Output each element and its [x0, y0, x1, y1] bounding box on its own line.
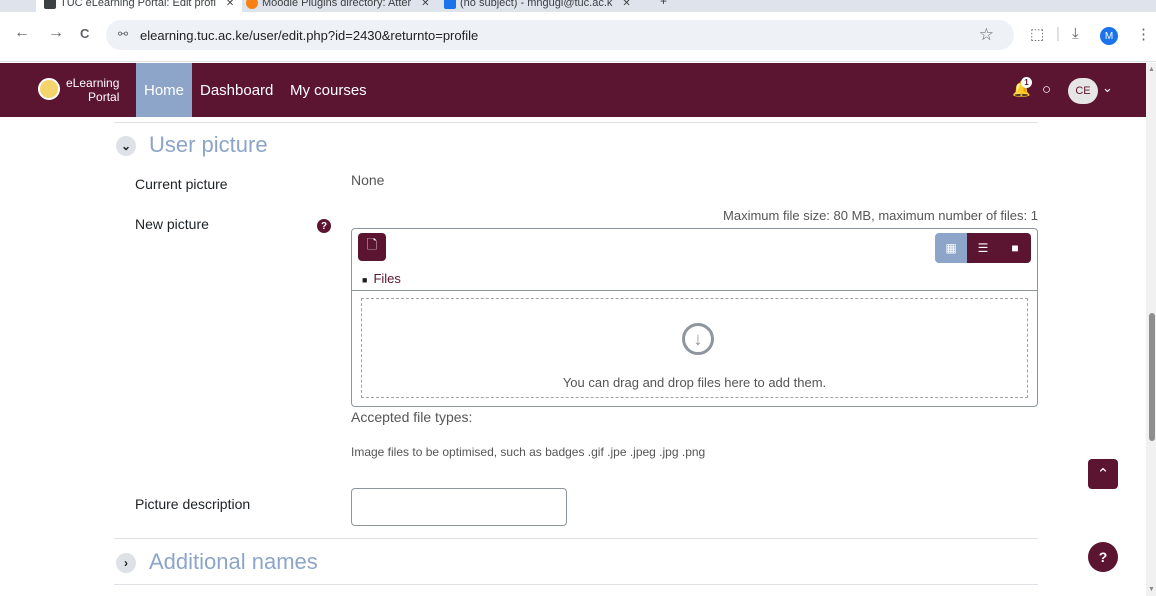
bookmark-star-icon[interactable]: ☆ [979, 25, 994, 45]
view-details-button[interactable]: ☰ [967, 233, 999, 263]
new-picture-label: New picture [135, 216, 209, 232]
reload-button[interactable]: C [80, 26, 89, 41]
nav-my-courses[interactable]: My courses [282, 63, 375, 117]
back-button[interactable]: ← [14, 24, 30, 42]
drop-zone[interactable]: ↓ You can drag and drop files here to ad… [361, 298, 1028, 398]
divider [114, 538, 1038, 539]
picture-description-label: Picture description [135, 496, 251, 512]
back-to-top-button[interactable]: ⌃ [1088, 459, 1118, 489]
user-menu-chevron-icon[interactable]: ⌄ [1102, 80, 1113, 96]
file-picker: 🗋 ▦ ☰ ■ ■ Files ↓ You can drag and drop f… [351, 228, 1038, 407]
section-expand-icon[interactable]: › [116, 553, 136, 573]
current-picture-value: None [351, 172, 385, 188]
logo-line-2: Portal [88, 90, 120, 104]
list-view-icon: ☰ [977, 241, 989, 255]
scroll-down-icon[interactable]: ▼ [1148, 586, 1155, 593]
drop-zone-text: You can drag and drop files here to add … [562, 375, 827, 390]
tab-close-icon[interactable]: ✕ [421, 0, 429, 9]
browser-menu-icon[interactable]: ⋮ [1136, 25, 1151, 43]
section-title-additional-names[interactable]: Additional names [149, 549, 318, 575]
messages-icon[interactable]: ○ [1042, 81, 1051, 98]
forward-button[interactable]: → [48, 24, 64, 42]
add-file-button[interactable]: 🗋 [358, 233, 386, 261]
new-tab-button[interactable]: + [660, 0, 667, 8]
main-content: ⌄ User picture Current picture None New … [0, 117, 1146, 596]
folder-view-icon: ■ [1011, 241, 1019, 255]
site-navbar: eLearning Portal Home Dashboard My cours… [0, 63, 1146, 117]
nav-dashboard[interactable]: Dashboard [192, 63, 281, 117]
address-bar[interactable]: ⚯ elearning.tuc.ac.ke/user/edit.php?id=2… [106, 20, 1014, 50]
scrollbar-thumb[interactable] [1149, 313, 1155, 441]
accepted-file-types-label: Accepted file types: [351, 409, 473, 425]
tab-title: Moodle Plugins directory: Atter [262, 0, 412, 9]
tab-title: TUC eLearning Portal: Edit profi [60, 0, 216, 9]
filepicker-divider [352, 290, 1037, 291]
current-picture-label: Current picture [135, 176, 228, 192]
logo-line-1: eLearning [66, 76, 120, 90]
notification-count-badge: 1 [1021, 77, 1032, 88]
browser-tab[interactable]: (no subject) - mngugi@tuc.ac.k ✕ [444, 0, 631, 12]
browser-profile-avatar[interactable]: M [1100, 27, 1118, 45]
toolbar-separator: | [1056, 25, 1060, 42]
site-logo[interactable] [38, 78, 60, 100]
scroll-up-icon[interactable]: ▲ [1148, 66, 1155, 73]
help-button[interactable]: ? [1088, 542, 1118, 572]
grid-view-icon: ▦ [945, 241, 957, 255]
divider [114, 122, 1038, 123]
browser-toolbar: ← → C ⚯ elearning.tuc.ac.ke/user/edit.ph… [0, 12, 1156, 62]
picture-description-input[interactable] [351, 488, 567, 526]
browser-tab-bar: TUC eLearning Portal: Edit profi ✕ Moodl… [0, 0, 1156, 12]
view-tree-button[interactable]: ■ [999, 233, 1031, 263]
section-title-user-picture[interactable]: User picture [149, 132, 268, 158]
tab-favicon-icon [444, 0, 456, 9]
divider [114, 584, 1038, 585]
browser-tab[interactable]: Moodle Plugins directory: Atter ✕ [246, 0, 430, 12]
url-text[interactable]: elearning.tuc.ac.ke/user/edit.php?id=243… [140, 28, 478, 43]
section-collapse-icon[interactable]: ⌄ [116, 136, 136, 156]
download-icon[interactable]: ⤓ [1072, 25, 1079, 42]
site-info-icon[interactable]: ⚯ [118, 27, 128, 41]
user-avatar[interactable]: CE [1068, 78, 1098, 104]
folder-icon: ■ [362, 275, 368, 285]
help-icon[interactable]: ? [317, 219, 331, 233]
extensions-icon[interactable]: ⬚ [1030, 25, 1044, 43]
add-file-icon: 🗋 [366, 237, 378, 252]
accepted-file-types-value: Image files to be optimised, such as bad… [351, 445, 706, 459]
view-icons-button[interactable]: ▦ [935, 233, 967, 263]
tab-close-icon[interactable]: ✕ [622, 0, 630, 9]
nav-home[interactable]: Home [136, 63, 193, 117]
files-label: Files [373, 271, 401, 286]
tab-favicon-icon [246, 0, 258, 9]
files-breadcrumb[interactable]: ■ Files [362, 271, 401, 286]
download-arrow-icon: ↓ [682, 323, 714, 355]
site-logo-text[interactable]: eLearning Portal [66, 76, 119, 104]
max-file-size-text: Maximum file size: 80 MB, maximum number… [723, 208, 1038, 223]
tab-favicon-icon [44, 0, 56, 9]
browser-tab-active[interactable]: TUC eLearning Portal: Edit profi ✕ [36, 0, 243, 12]
tab-close-icon[interactable]: ✕ [226, 0, 234, 9]
tab-title: (no subject) - mngugi@tuc.ac.k [460, 0, 613, 9]
